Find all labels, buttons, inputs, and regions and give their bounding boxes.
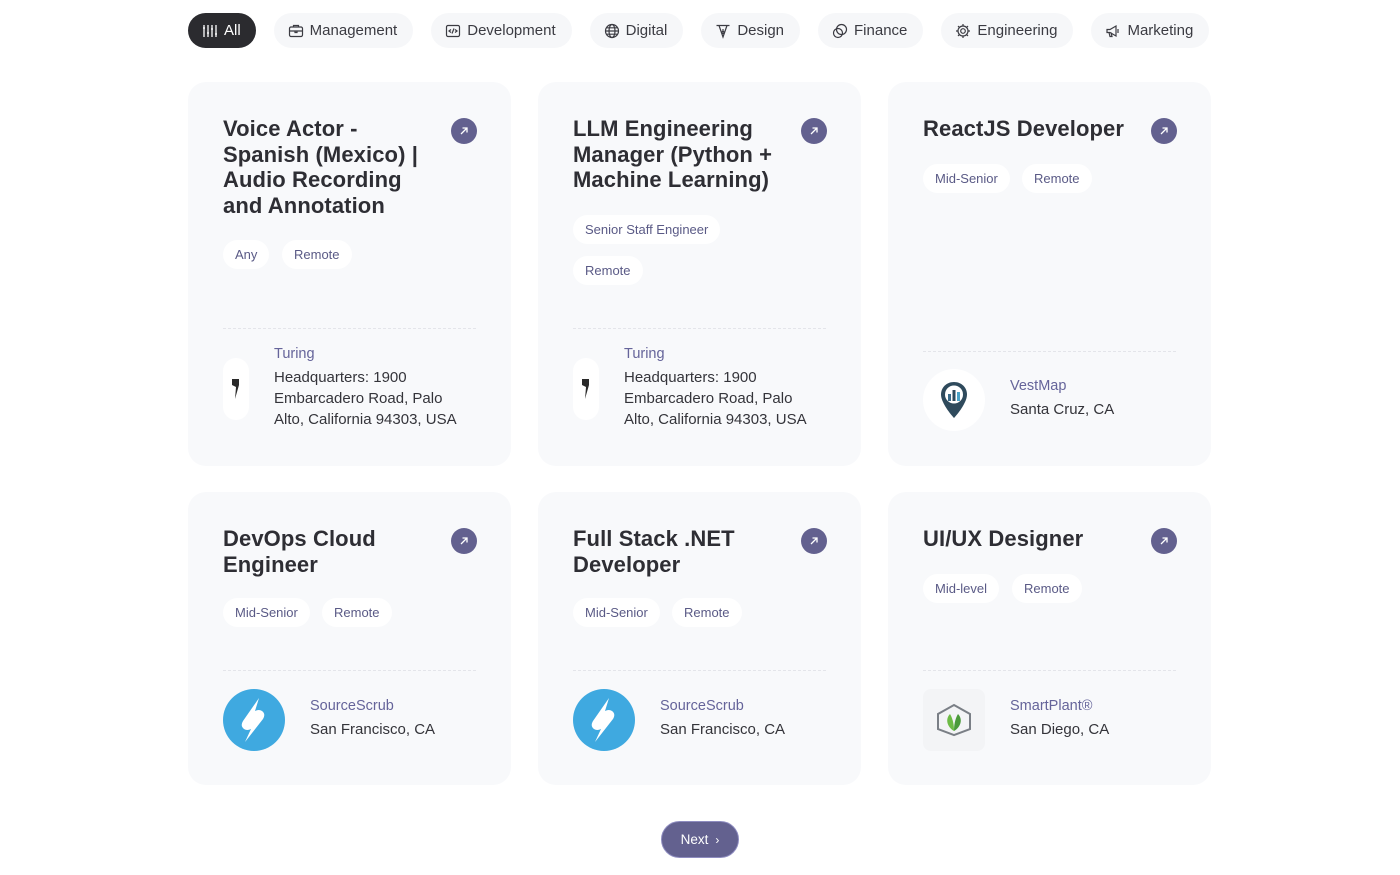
job-card[interactable]: Voice Actor - Spanish (Mexico) | Audio R… (188, 82, 511, 466)
filter-chip-label: All (224, 22, 241, 39)
filter-chip-label: Engineering (977, 22, 1058, 39)
card-divider (223, 328, 476, 329)
next-page-button[interactable]: Next › (661, 821, 739, 858)
seniority-tag: Any (223, 240, 270, 269)
job-title[interactable]: DevOps Cloud Engineer (223, 526, 438, 577)
filter-chip-all[interactable]: All (188, 13, 256, 48)
arrow-up-right-icon (810, 127, 818, 135)
card-divider (573, 328, 826, 329)
arrow-up-right-icon (460, 127, 468, 135)
job-title[interactable]: ReactJS Developer (923, 116, 1138, 142)
filter-chip-development[interactable]: Development (431, 13, 572, 48)
filter-chip-label: Marketing (1127, 22, 1194, 39)
seniority-tag: Mid-Senior (923, 164, 1010, 193)
filter-chip-finance[interactable]: Finance (818, 13, 924, 48)
filter-chip-digital[interactable]: Digital (589, 13, 684, 48)
company-name[interactable]: Turing (624, 346, 665, 362)
turing-logo-icon (223, 358, 249, 420)
job-card[interactable]: Full Stack .NET Developer Mid-Senior Rem… (538, 492, 861, 785)
smartplant-leaf-icon (923, 689, 985, 751)
company-location: Santa Cruz, CA (1010, 401, 1115, 418)
next-page-label: Next (680, 832, 709, 847)
pen-tool-icon (715, 23, 731, 39)
filter-chip-label: Design (737, 22, 785, 39)
cog-icon (955, 23, 971, 39)
card-divider (923, 670, 1176, 671)
sourcescrub-logo-icon (223, 689, 285, 751)
job-title[interactable]: Full Stack .NET Developer (573, 526, 788, 577)
card-divider (573, 670, 826, 671)
open-job-button[interactable] (1151, 528, 1177, 554)
company-location: San Diego, CA (1010, 721, 1110, 738)
job-card[interactable]: DevOps Cloud Engineer Mid-Senior Remote … (188, 492, 511, 785)
briefcase-icon (288, 23, 304, 39)
seniority-tag: Mid-Senior (223, 598, 310, 627)
card-divider (223, 670, 476, 671)
card-divider (923, 351, 1176, 352)
turing-logo-icon (573, 358, 599, 420)
job-title[interactable]: LLM Engineering Manager (Python + Machin… (573, 116, 788, 193)
job-card[interactable]: ReactJS Developer Mid-Senior Remote Vest… (888, 82, 1211, 466)
work-mode-tag: Remote (1022, 164, 1092, 193)
job-title[interactable]: Voice Actor - Spanish (Mexico) | Audio R… (223, 116, 438, 218)
work-mode-tag: Remote (282, 240, 352, 269)
filter-chip-engineering[interactable]: Engineering (941, 13, 1074, 48)
sourcescrub-logo-icon (573, 689, 635, 751)
company-location: Headquarters: 1900 Embarcadero Road, Pal… (624, 369, 807, 428)
filter-chip-label: Development (467, 22, 556, 39)
arrow-up-right-icon (1160, 537, 1168, 545)
open-job-button[interactable] (451, 118, 477, 144)
coins-icon (832, 23, 848, 39)
job-card[interactable]: LLM Engineering Manager (Python + Machin… (538, 82, 861, 466)
filter-chip-label: Finance (854, 22, 908, 39)
company-name[interactable]: SourceScrub (660, 698, 744, 714)
company-location: San Francisco, CA (660, 721, 786, 738)
filter-chip-management[interactable]: Management (273, 13, 414, 48)
filter-chip-label: Management (309, 22, 398, 39)
company-name[interactable]: VestMap (1010, 378, 1066, 394)
category-filter-bar: All Management Development Digital Desig… (188, 13, 1210, 48)
arrow-up-right-icon (460, 537, 468, 545)
chevron-right-icon: › (715, 832, 720, 847)
seniority-tag: Senior Staff Engineer (573, 215, 721, 244)
open-job-button[interactable] (801, 118, 827, 144)
company-name[interactable]: SmartPlant® (1010, 698, 1092, 714)
work-mode-tag: Remote (573, 256, 643, 285)
open-job-button[interactable] (451, 528, 477, 554)
filter-icon (202, 23, 218, 39)
seniority-tag: Mid-level (923, 574, 1000, 603)
filter-chip-label: Digital (625, 22, 668, 39)
filter-chip-design[interactable]: Design (701, 13, 801, 48)
job-card[interactable]: UI/UX Designer Mid-level Remote SmartPla… (888, 492, 1211, 785)
globe-icon (604, 23, 620, 39)
seniority-tag: Mid-Senior (573, 598, 660, 627)
company-name[interactable]: SourceScrub (310, 698, 394, 714)
code-icon (445, 23, 461, 39)
megaphone-icon (1105, 23, 1121, 39)
work-mode-tag: Remote (672, 598, 742, 627)
arrow-up-right-icon (810, 537, 818, 545)
open-job-button[interactable] (1151, 118, 1177, 144)
vestmap-pin-icon (923, 369, 985, 431)
open-job-button[interactable] (801, 528, 827, 554)
company-name[interactable]: Turing (274, 346, 315, 362)
work-mode-tag: Remote (322, 598, 392, 627)
company-location: Headquarters: 1900 Embarcadero Road, Pal… (274, 369, 457, 428)
job-title[interactable]: UI/UX Designer (923, 526, 1138, 552)
company-location: San Francisco, CA (310, 721, 436, 738)
filter-chip-marketing[interactable]: Marketing (1091, 13, 1210, 48)
arrow-up-right-icon (1160, 127, 1168, 135)
work-mode-tag: Remote (1012, 574, 1082, 603)
